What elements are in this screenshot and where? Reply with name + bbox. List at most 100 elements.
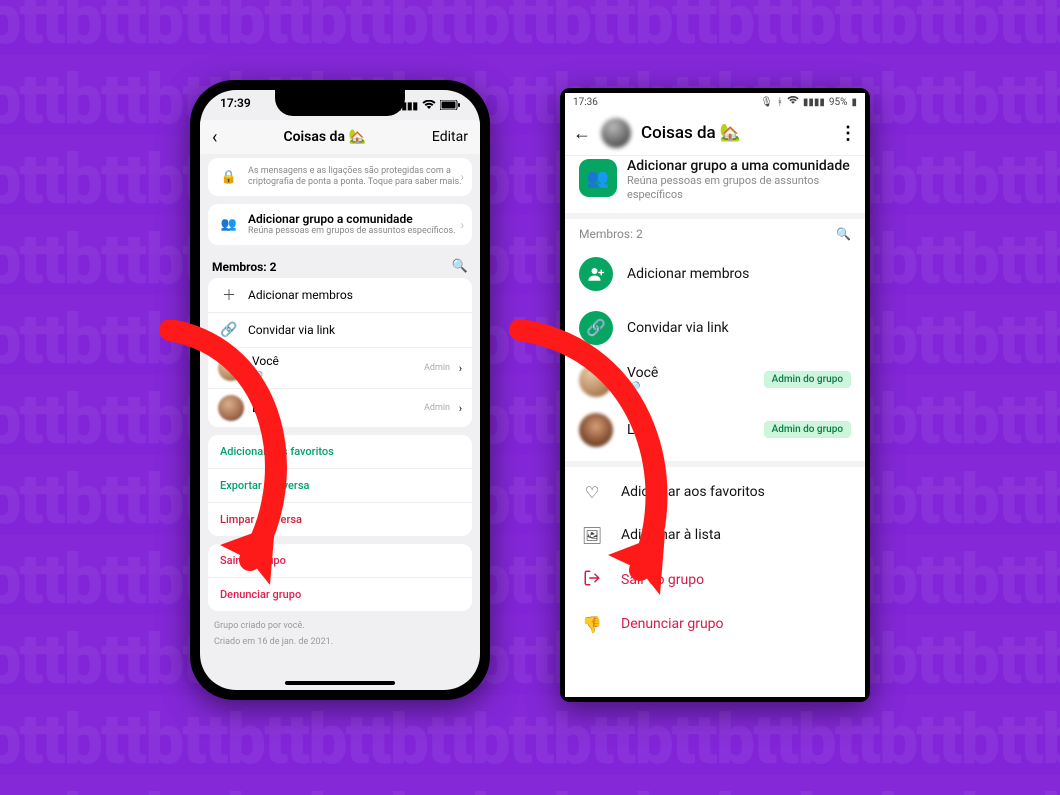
group-avatar[interactable] <box>601 118 631 148</box>
favorite-action[interactable]: Adicionar aos favoritos <box>208 435 472 468</box>
android-content[interactable]: 👥 Adicionar grupo a uma comunidade Reúna… <box>565 155 865 697</box>
wifi-icon <box>422 100 436 113</box>
member-name: Você <box>627 365 658 381</box>
battery-text: 95% <box>829 97 848 108</box>
community-subtitle: Reúna pessoas em grupos de assuntos espe… <box>627 174 851 200</box>
iphone-notch <box>275 90 405 116</box>
plus-icon: ＋ <box>218 284 240 306</box>
favorite-action[interactable]: ♡ Adicionar aos favoritos <box>565 471 865 514</box>
screen-title: Coisas da 🏡 <box>641 123 829 143</box>
ios-content[interactable]: 🔒 As mensagens e as ligações são protegi… <box>200 154 480 690</box>
link-icon: 🔗 <box>579 311 613 345</box>
admin-tag: Admin <box>424 403 450 413</box>
heart-icon: ♡ <box>581 483 603 502</box>
community-icon: 👥 <box>579 159 617 197</box>
add-members-row[interactable]: ＋ Adicionar membros <box>208 278 472 312</box>
thumbs-down-icon: 👎 <box>581 615 603 634</box>
search-members-icon[interactable]: 🔍 <box>452 259 468 274</box>
invite-link-label: Convidar via link <box>248 323 462 337</box>
voice-icon: 🎙 <box>760 97 773 108</box>
search-members-icon[interactable]: 🔍 <box>836 227 851 241</box>
ios-nav-header: ‹ Coisas da 🏡 Editar <box>200 120 480 154</box>
leave-group-label: Sair do grupo <box>621 572 704 588</box>
community-row[interactable]: 👥 Adicionar grupo a uma comunidade Reúna… <box>565 155 865 219</box>
add-members-label: Adicionar membros <box>627 266 749 282</box>
members-card: ＋ Adicionar membros 🔗 Convidar via link … <box>208 278 472 427</box>
link-icon: 🔗 <box>218 319 240 341</box>
report-group-action[interactable]: Denunciar grupo <box>208 577 472 611</box>
add-list-action[interactable]: 🖼 Adicionar à lista <box>565 514 865 557</box>
admin-badge: Admin do grupo <box>764 371 851 388</box>
add-members-row[interactable]: Adicionar membros <box>565 247 865 301</box>
community-card[interactable]: 👥 Adicionar grupo a comunidade Reúna pes… <box>208 204 472 245</box>
members-count-label: Membros: 2 <box>579 227 643 241</box>
android-clock: 17:36 <box>573 97 598 108</box>
member-name: Você <box>252 354 279 368</box>
leave-group-action[interactable]: Sair do grupo <box>565 557 865 603</box>
avatar <box>218 395 244 421</box>
admin-tag: Admin <box>424 363 450 373</box>
android-nav-header: ← Coisas da 🏡 ⋮ <box>565 111 865 156</box>
watermark: tbttbttbttbttbttbttbttbttbttbttbttbttbtt… <box>0 0 1060 795</box>
android-screen: 17:36 🎙 ᚼ ▮▮▮▮ 95% ▮ ← Coisas da 🏡 ⋮ 👥 <box>565 93 865 697</box>
key-icon: 🔎 <box>252 372 263 382</box>
footer-line1: Grupo criado por você. <box>208 619 472 635</box>
avatar <box>218 355 244 381</box>
actions-card: Adicionar aos favoritos Exportar convers… <box>208 435 472 536</box>
chevron-right-icon: › <box>459 402 462 415</box>
avatar <box>579 413 613 447</box>
add-list-label: Adicionar à lista <box>621 527 721 543</box>
members-section-header: Membros: 2 🔍 <box>208 253 472 278</box>
member-name: Livia <box>627 422 656 438</box>
ios-clock: 17:39 <box>220 96 251 116</box>
community-title: Adicionar grupo a uma comunidade <box>627 159 851 174</box>
chevron-right-icon: › <box>460 170 464 184</box>
members-count-label: Membros: 2 <box>212 260 277 274</box>
member-row-livia[interactable]: Livia Admin › <box>208 388 472 427</box>
export-action[interactable]: Exportar conversa <box>208 468 472 502</box>
invite-link-label: Convidar via link <box>627 320 729 336</box>
members-section-header: Membros: 2 🔍 <box>565 219 865 247</box>
exit-icon <box>581 569 603 591</box>
leave-group-action[interactable]: Sair do grupo <box>208 544 472 577</box>
signal-icon: ▮▮▮▮ <box>803 97 825 108</box>
footer-line2: Criado em 16 de jan. de 2021. <box>208 635 472 651</box>
key-icon: 🔎 <box>627 381 658 394</box>
member-row-you[interactable]: Você 🔎 Admin do grupo <box>565 355 865 405</box>
member-name: Livia <box>252 401 451 415</box>
avatar <box>579 363 613 397</box>
android-frame: 17:36 🎙 ᚼ ▮▮▮▮ 95% ▮ ← Coisas da 🏡 ⋮ 👥 <box>560 88 870 702</box>
edit-button[interactable]: Editar <box>432 129 468 145</box>
chevron-right-icon: › <box>460 218 464 232</box>
member-row-you[interactable]: Você 🔎 Admin › <box>208 347 472 388</box>
admin-badge: Admin do grupo <box>764 421 851 438</box>
chevron-right-icon: › <box>459 362 462 375</box>
background: tbttbttbttbttbttbttbttbttbttbttbttbttbtt… <box>0 0 1060 795</box>
invite-link-row[interactable]: 🔗 Convidar via link <box>565 301 865 355</box>
battery-icon <box>440 100 460 113</box>
iphone-screen: 17:39 ▮▮▮▮ ‹ Coisas da 🏡 Editar 🔒 As men… <box>200 90 480 690</box>
back-button[interactable]: ← <box>573 123 591 144</box>
exit-card: Sair do grupo Denunciar grupo <box>208 544 472 611</box>
more-button[interactable]: ⋮ <box>839 123 857 144</box>
encryption-card[interactable]: 🔒 As mensagens e as ligações são protegi… <box>208 158 472 196</box>
home-indicator[interactable] <box>285 681 395 685</box>
encryption-text: As mensagens e as ligações são protegida… <box>248 166 462 188</box>
invite-link-row[interactable]: 🔗 Convidar via link <box>208 312 472 347</box>
member-row-livia[interactable]: Livia Admin do grupo <box>565 405 865 455</box>
android-status-bar: 17:36 🎙 ᚼ ▮▮▮▮ 95% ▮ <box>565 93 865 111</box>
community-icon: 👥 <box>218 214 240 236</box>
iphone-frame: 17:39 ▮▮▮▮ ‹ Coisas da 🏡 Editar 🔒 As men… <box>190 80 490 700</box>
clear-action[interactable]: Limpar conversa <box>208 502 472 536</box>
battery-icon: ▮ <box>851 97 857 108</box>
community-subtitle: Reúna pessoas em grupos de assuntos espe… <box>248 226 462 237</box>
back-button[interactable]: ‹ <box>212 127 217 148</box>
favorite-label: Adicionar aos favoritos <box>621 484 765 500</box>
divider <box>565 461 865 467</box>
add-user-icon <box>579 257 613 291</box>
community-title: Adicionar grupo a comunidade <box>248 212 462 226</box>
wifi-icon <box>787 96 799 108</box>
report-group-action[interactable]: 👎 Denunciar grupo <box>565 603 865 646</box>
gallery-icon: 🖼 <box>581 526 603 545</box>
screen-title: Coisas da 🏡 <box>283 129 365 145</box>
